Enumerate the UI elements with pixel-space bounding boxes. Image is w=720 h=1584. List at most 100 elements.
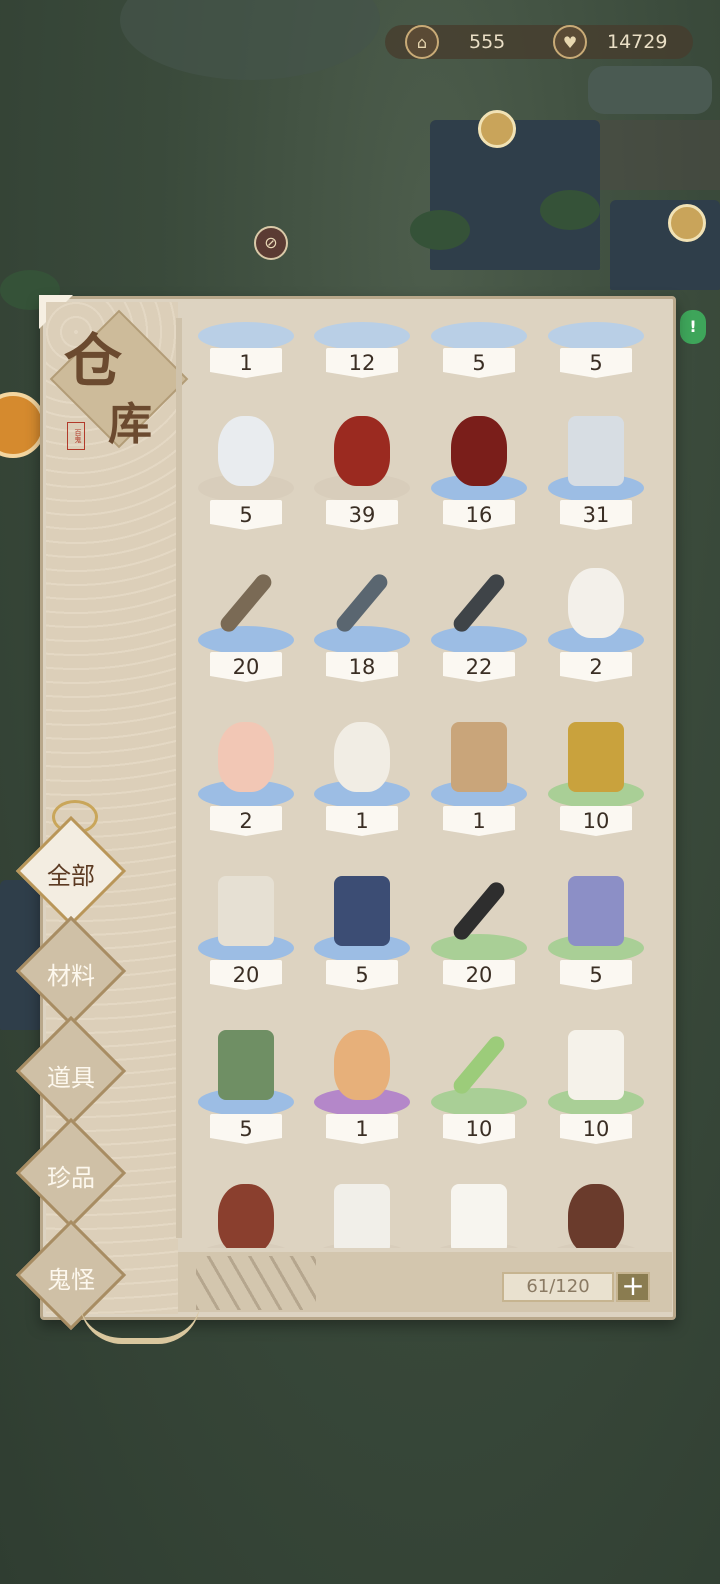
mountain bbox=[120, 0, 380, 80]
tofu-icon bbox=[568, 1030, 624, 1100]
slot-pedestal bbox=[198, 322, 294, 350]
inventory-slot-item-1[interactable]: 1 bbox=[194, 318, 298, 388]
inventory-slot-pickaxe[interactable]: 20 bbox=[427, 870, 531, 1000]
tab-treasures-label[interactable]: 珍品 bbox=[28, 1158, 114, 1193]
teapot-icon bbox=[218, 1184, 274, 1248]
slot-pedestal bbox=[314, 322, 410, 350]
pouch-icon bbox=[218, 1030, 274, 1100]
item-count: 20 bbox=[443, 960, 515, 990]
inventory-slot-sauce-jar[interactable] bbox=[544, 1178, 648, 1248]
wine-jar-icon bbox=[334, 416, 390, 486]
no-entry-icon[interactable]: ⊘ bbox=[254, 226, 288, 260]
inventory-slot-sheep[interactable]: 1 bbox=[310, 716, 414, 846]
inventory-slot-salt[interactable] bbox=[310, 1178, 414, 1248]
slot-pedestal bbox=[431, 1088, 527, 1116]
tab-props-label[interactable]: 道具 bbox=[28, 1058, 114, 1093]
inventory-slot-gift-bundle[interactable]: 5 bbox=[544, 870, 648, 1000]
inventory-slot-axe[interactable]: 18 bbox=[310, 562, 414, 692]
sauce-jar-icon bbox=[568, 1184, 624, 1248]
sugar-icon bbox=[451, 1184, 507, 1248]
item-count: 18 bbox=[326, 652, 398, 682]
alert-icon[interactable]: ! bbox=[680, 310, 706, 344]
item-count: 31 bbox=[560, 500, 632, 530]
expand-capacity-button[interactable]: + bbox=[616, 1272, 650, 1302]
slot-pedestal bbox=[431, 626, 527, 654]
book-icon bbox=[334, 876, 390, 946]
tab-ghosts-label[interactable]: 鬼怪 bbox=[28, 1260, 114, 1295]
gift-bundle-icon bbox=[568, 876, 624, 946]
inventory-slot-wine-jar[interactable]: 39 bbox=[310, 410, 414, 540]
item-count: 2 bbox=[560, 652, 632, 682]
inventory-slot-chicken[interactable]: 2 bbox=[544, 562, 648, 692]
capacity-indicator: 61/120 bbox=[502, 1272, 614, 1302]
speech-bubble[interactable] bbox=[588, 66, 712, 114]
inventory-slot-shovel[interactable]: 22 bbox=[427, 562, 531, 692]
favor-resource[interactable]: ♥ 14729 bbox=[553, 25, 667, 59]
item-count: 22 bbox=[443, 652, 515, 682]
horse-icon bbox=[451, 722, 507, 792]
item-count: 1 bbox=[326, 806, 398, 836]
inventory-slot-ice-block[interactable]: 31 bbox=[544, 410, 648, 540]
warehouse-title-sub: 库 bbox=[108, 399, 152, 450]
item-count: 5 bbox=[210, 1114, 282, 1144]
inventory-slot-tofu[interactable]: 10 bbox=[544, 1024, 648, 1154]
tree bbox=[410, 210, 470, 250]
tab-all-label[interactable]: 全部 bbox=[28, 856, 114, 891]
item-count: 5 bbox=[443, 348, 515, 378]
tab-materials-label[interactable]: 材料 bbox=[28, 956, 114, 991]
item-count: 10 bbox=[443, 1114, 515, 1144]
inventory-slot-book[interactable]: 5 bbox=[310, 870, 414, 1000]
item-count: 5 bbox=[560, 960, 632, 990]
tree bbox=[540, 190, 600, 230]
inventory-slot-brush-vase[interactable]: 20 bbox=[194, 870, 298, 1000]
pig-icon bbox=[218, 722, 274, 792]
item-count: 20 bbox=[210, 960, 282, 990]
item-count: 10 bbox=[560, 1114, 632, 1144]
item-count: 5 bbox=[326, 960, 398, 990]
inventory-slot-item-2[interactable]: 12 bbox=[310, 318, 414, 388]
inventory-slot-sugar[interactable] bbox=[427, 1178, 531, 1248]
inventory-slot-item-4[interactable]: 5 bbox=[544, 318, 648, 388]
gate-coin-icon: ⌂ bbox=[405, 25, 439, 59]
inventory-slot-horse[interactable]: 1 bbox=[427, 716, 531, 846]
slot-pedestal bbox=[431, 934, 527, 962]
inventory-slot-talisman[interactable]: 10 bbox=[544, 716, 648, 846]
sack-icon bbox=[334, 1030, 390, 1100]
coins-resource[interactable]: ⌂ 555 bbox=[405, 25, 505, 59]
inventory-slot-pig[interactable]: 2 bbox=[194, 716, 298, 846]
brush-vase-icon bbox=[218, 876, 274, 946]
heart-icon: ♥ bbox=[553, 25, 587, 59]
item-count: 5 bbox=[560, 348, 632, 378]
slot-pedestal bbox=[198, 626, 294, 654]
slot-pedestal bbox=[548, 322, 644, 350]
item-count: 1 bbox=[210, 348, 282, 378]
slot-pedestal bbox=[431, 322, 527, 350]
chicken-icon bbox=[568, 568, 624, 638]
ice-block-icon bbox=[568, 416, 624, 486]
seal-stamp: 百鬼 bbox=[67, 422, 85, 450]
warehouse-title-main: 仓 bbox=[64, 327, 123, 395]
inventory-slot-green-pouch[interactable]: 5 bbox=[194, 1024, 298, 1154]
item-grid[interactable]: 1 12 5 5 5 39 16 31 20 18 22 2 2 1 1 10 20 5 20 5 5 1 10 10 bbox=[182, 318, 666, 1248]
inventory-slot-hammer[interactable]: 20 bbox=[194, 562, 298, 692]
item-count: 2 bbox=[210, 806, 282, 836]
inventory-slot-scallion[interactable]: 10 bbox=[427, 1024, 531, 1154]
inventory-slot-treasure-sack[interactable]: 1 bbox=[310, 1024, 414, 1154]
coin-pickup-icon[interactable] bbox=[478, 110, 516, 148]
item-count: 12 bbox=[326, 348, 398, 378]
salt-icon bbox=[334, 1184, 390, 1248]
bamboo-decoration bbox=[196, 1256, 316, 1310]
talisman-icon bbox=[568, 722, 624, 792]
inventory-slot-teapot[interactable] bbox=[194, 1178, 298, 1248]
slot-pedestal bbox=[314, 626, 410, 654]
coin-pickup-icon[interactable] bbox=[668, 204, 706, 242]
resource-bar: ⌂ 555 ♥ 14729 bbox=[385, 25, 693, 59]
red-jar-icon bbox=[451, 416, 507, 486]
inventory-slot-white-jar[interactable]: 5 bbox=[194, 410, 298, 540]
inventory-slot-red-wine-jar[interactable]: 16 bbox=[427, 410, 531, 540]
favor-value: 14729 bbox=[607, 31, 668, 53]
sheep-icon bbox=[334, 722, 390, 792]
inventory-slot-item-3[interactable]: 5 bbox=[427, 318, 531, 388]
item-count: 39 bbox=[326, 500, 398, 530]
white-jar-icon bbox=[218, 416, 274, 486]
